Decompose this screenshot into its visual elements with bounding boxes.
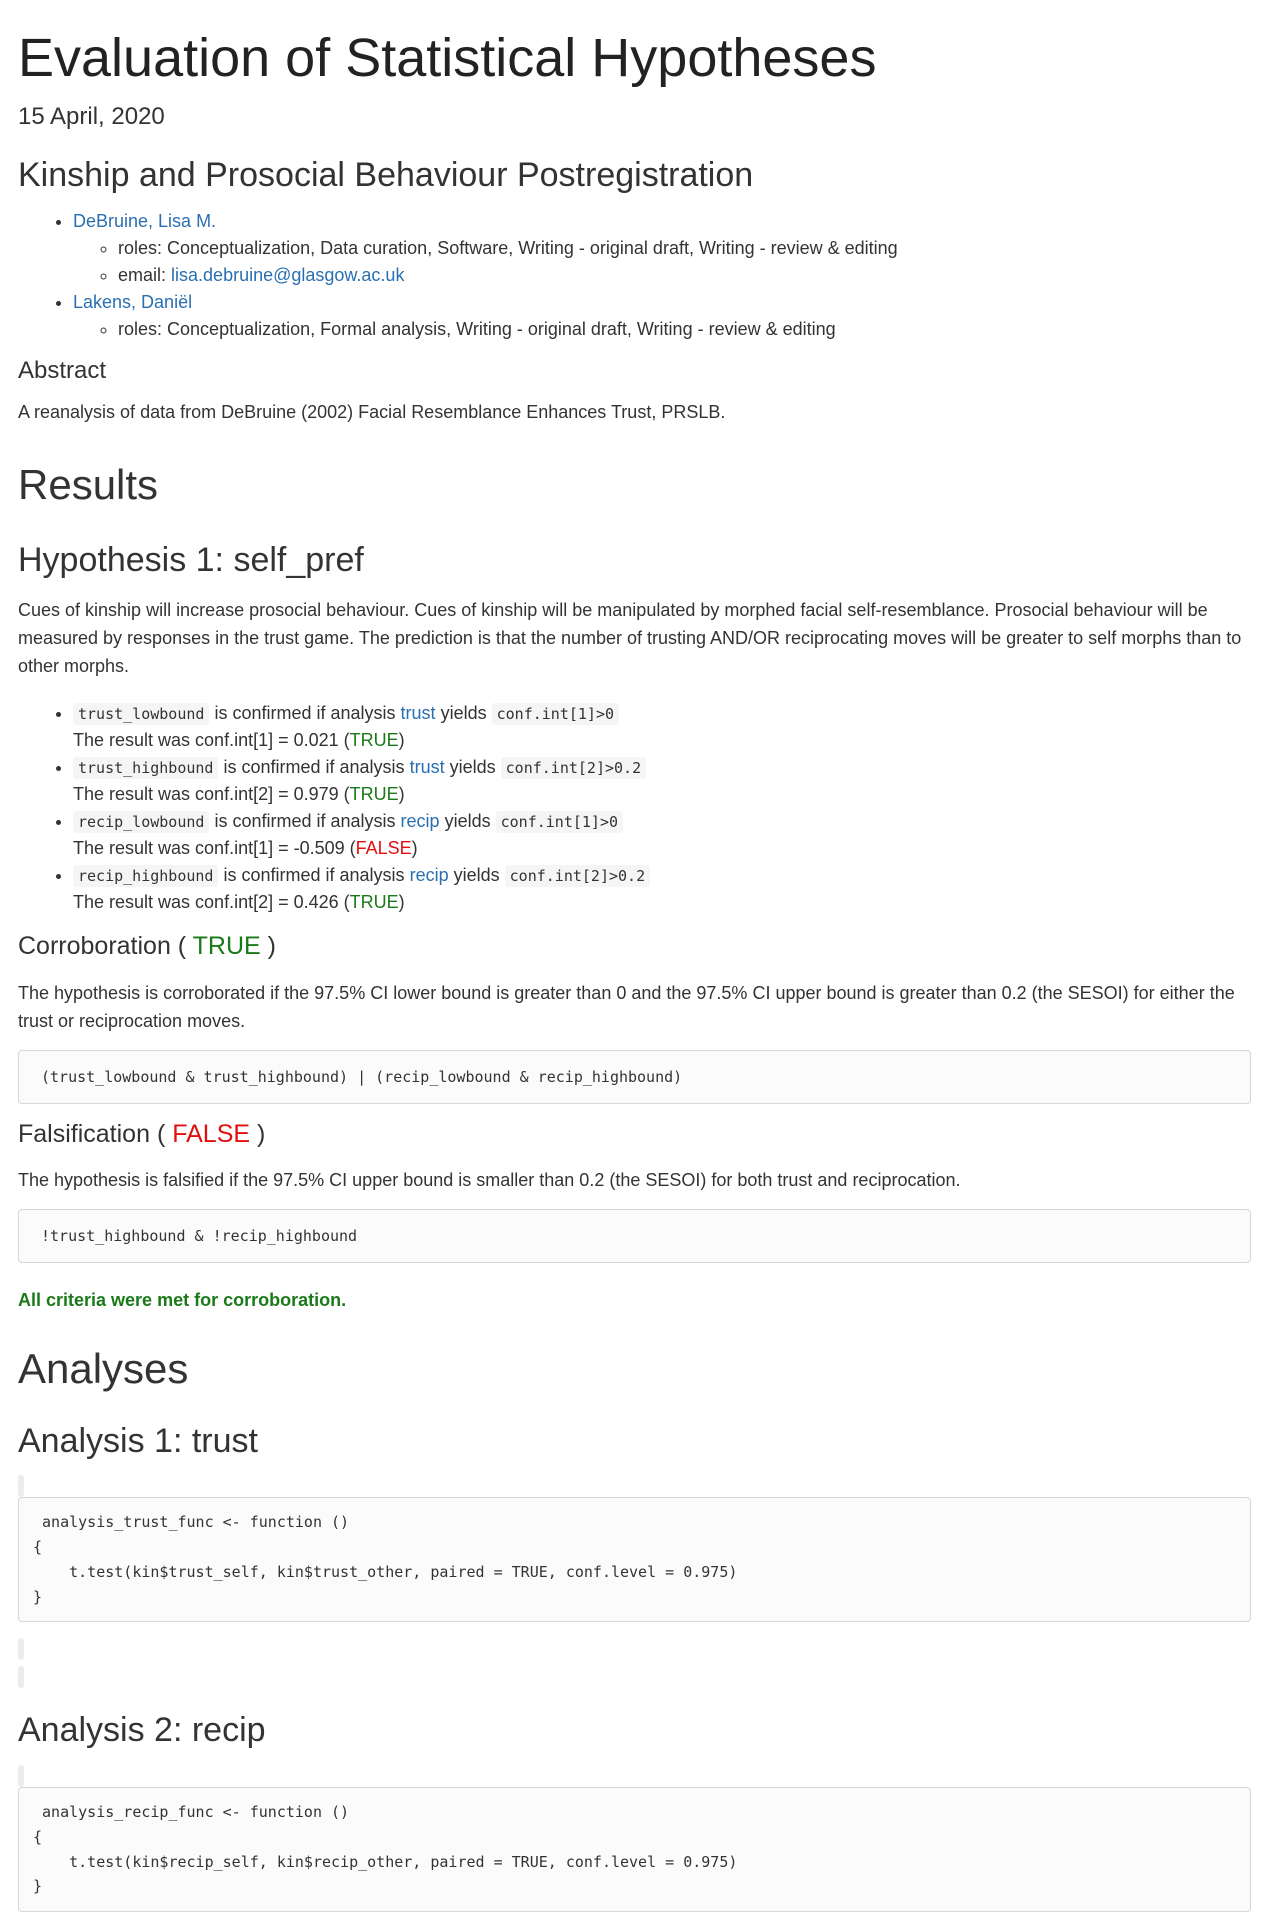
analysis-heading-trust: Analysis 1: trust bbox=[18, 1421, 258, 1460]
criterion-result-value: TRUE bbox=[349, 784, 399, 805]
falsification-label: Falsification ( bbox=[18, 1119, 166, 1148]
corroboration-text: The hypothesis is corroborated if the 97… bbox=[18, 982, 1235, 1031]
criterion-item: recip_lowbound is confirmed if analysis … bbox=[73, 808, 1251, 862]
criterion-text: is confirmed if analysis bbox=[223, 865, 405, 886]
analyses-heading: Analyses bbox=[18, 1345, 189, 1393]
criterion-result: The result was conf.int[1] = 0.021 ( bbox=[73, 730, 350, 751]
criterion-item: recip_highbound is confirmed if analysis… bbox=[73, 862, 1251, 916]
hypothesis-heading: Hypothesis 1: self_pref bbox=[18, 540, 364, 579]
criterion-result-value: TRUE bbox=[349, 730, 399, 751]
author-list: DeBruine, Lisa M. roles: Conceptualizati… bbox=[18, 208, 1251, 343]
report-page: Evaluation of Statistical Hypotheses 15 … bbox=[0, 0, 1281, 1912]
criterion-text: is confirmed if analysis bbox=[223, 757, 405, 778]
falsification-text: The hypothesis is falsified if the 97.5%… bbox=[18, 1170, 961, 1191]
criterion-result-close: ) bbox=[398, 784, 405, 805]
results-heading: Results bbox=[18, 460, 159, 508]
email-link[interactable]: lisa.debruine@glasgow.ac.uk bbox=[171, 265, 404, 285]
author-link-debruine[interactable]: DeBruine, Lisa M. bbox=[73, 211, 216, 231]
author-link-lakens[interactable]: Lakens, Daniël bbox=[73, 292, 192, 312]
criterion-result-close: ) bbox=[411, 838, 418, 859]
report-date: 15 April, 2020 bbox=[18, 102, 165, 130]
author-details: roles: Conceptualization, Formal analysi… bbox=[73, 316, 1251, 343]
falsification-close: ) bbox=[257, 1119, 266, 1148]
analysis-code-recip: analysis_recip_func <- function () { t.t… bbox=[18, 1787, 1251, 1912]
corroboration-label: Corroboration ( bbox=[18, 932, 187, 961]
author-item: DeBruine, Lisa M. roles: Conceptualizati… bbox=[73, 208, 1251, 289]
conclusion-text: All criteria were met for corroboration. bbox=[18, 1290, 347, 1311]
criterion-result: The result was conf.int[2] = 0.426 ( bbox=[73, 892, 350, 913]
author-item: Lakens, Daniël roles: Conceptualization,… bbox=[73, 289, 1251, 343]
corroboration-heading: Corroboration ( TRUE ) bbox=[18, 928, 1251, 966]
criterion-text: yields bbox=[440, 703, 487, 724]
criterion-text: is confirmed if analysis bbox=[214, 703, 396, 724]
author-details: roles: Conceptualization, Data curation,… bbox=[73, 235, 1251, 289]
falsification-value: FALSE bbox=[172, 1119, 251, 1148]
analysis-link[interactable]: trust bbox=[401, 703, 436, 723]
analysis-link[interactable]: recip bbox=[401, 811, 440, 831]
criterion-result-value: TRUE bbox=[349, 892, 399, 913]
analysis-code-trust: analysis_trust_func <- function () { t.t… bbox=[18, 1497, 1251, 1623]
abstract-heading: Abstract bbox=[18, 356, 107, 384]
abstract-text: A reanalysis of data from DeBruine (2002… bbox=[18, 401, 726, 422]
roles-label: roles: bbox=[118, 237, 163, 258]
analysis-link[interactable]: recip bbox=[410, 865, 449, 885]
criterion-text: is confirmed if analysis bbox=[214, 811, 396, 832]
criterion-result-close: ) bbox=[398, 892, 405, 913]
criterion-result: The result was conf.int[2] = 0.979 ( bbox=[73, 784, 350, 805]
criterion-item: trust_highbound is confirmed if analysis… bbox=[73, 754, 1251, 808]
author-email: email: lisa.debruine@glasgow.ac.uk bbox=[118, 262, 1251, 289]
falsification-heading: Falsification ( FALSE ) bbox=[18, 1116, 1251, 1154]
roles-text: Conceptualization, Formal analysis, Writ… bbox=[167, 318, 836, 339]
criterion-condition: conf.int[1]>0 bbox=[491, 703, 620, 726]
criterion-name: trust_lowbound bbox=[73, 703, 210, 726]
criterion-result: The result was conf.int[1] = -0.509 ( bbox=[73, 838, 356, 859]
roles-label: roles: bbox=[118, 318, 163, 339]
criterion-name: recip_lowbound bbox=[73, 811, 210, 834]
criterion-text: yields bbox=[453, 865, 500, 886]
email-label: email: bbox=[118, 264, 167, 285]
page-title: Evaluation of Statistical Hypotheses bbox=[18, 28, 877, 88]
criterion-item: trust_lowbound is confirmed if analysis … bbox=[73, 700, 1251, 754]
analysis-link[interactable]: trust bbox=[410, 757, 445, 777]
falsification-code: !trust_highbound & !recip_highbound bbox=[18, 1209, 1251, 1264]
author-roles: roles: Conceptualization, Data curation,… bbox=[118, 235, 1251, 262]
roles-text: Conceptualization, Data curation, Softwa… bbox=[167, 237, 898, 258]
criterion-condition: conf.int[2]>0.2 bbox=[504, 865, 651, 888]
collapse-marker bbox=[18, 1638, 24, 1661]
author-roles: roles: Conceptualization, Formal analysi… bbox=[118, 316, 1251, 343]
criteria-list: trust_lowbound is confirmed if analysis … bbox=[18, 700, 1251, 916]
criterion-condition: conf.int[1]>0 bbox=[495, 811, 624, 834]
criterion-result-value: FALSE bbox=[355, 838, 412, 859]
analysis-heading-recip: Analysis 2: recip bbox=[18, 1711, 266, 1750]
collapse-marker bbox=[18, 1475, 24, 1498]
study-title: Kinship and Prosocial Behaviour Postregi… bbox=[18, 155, 754, 194]
hypothesis-description: Cues of kinship will increase prosocial … bbox=[18, 599, 1242, 676]
collapse-marker bbox=[18, 1666, 24, 1689]
criterion-text: yields bbox=[449, 757, 496, 778]
corroboration-value: TRUE bbox=[192, 932, 261, 961]
criterion-name: trust_highbound bbox=[73, 757, 219, 780]
criterion-text: yields bbox=[444, 811, 491, 832]
corroboration-code: (trust_lowbound & trust_highbound) | (re… bbox=[18, 1049, 1251, 1104]
criterion-name: recip_highbound bbox=[73, 865, 219, 888]
corroboration-close: ) bbox=[267, 932, 276, 961]
criterion-result-close: ) bbox=[398, 730, 405, 751]
criterion-condition: conf.int[2]>0.2 bbox=[500, 757, 647, 780]
collapse-marker bbox=[18, 1765, 24, 1788]
